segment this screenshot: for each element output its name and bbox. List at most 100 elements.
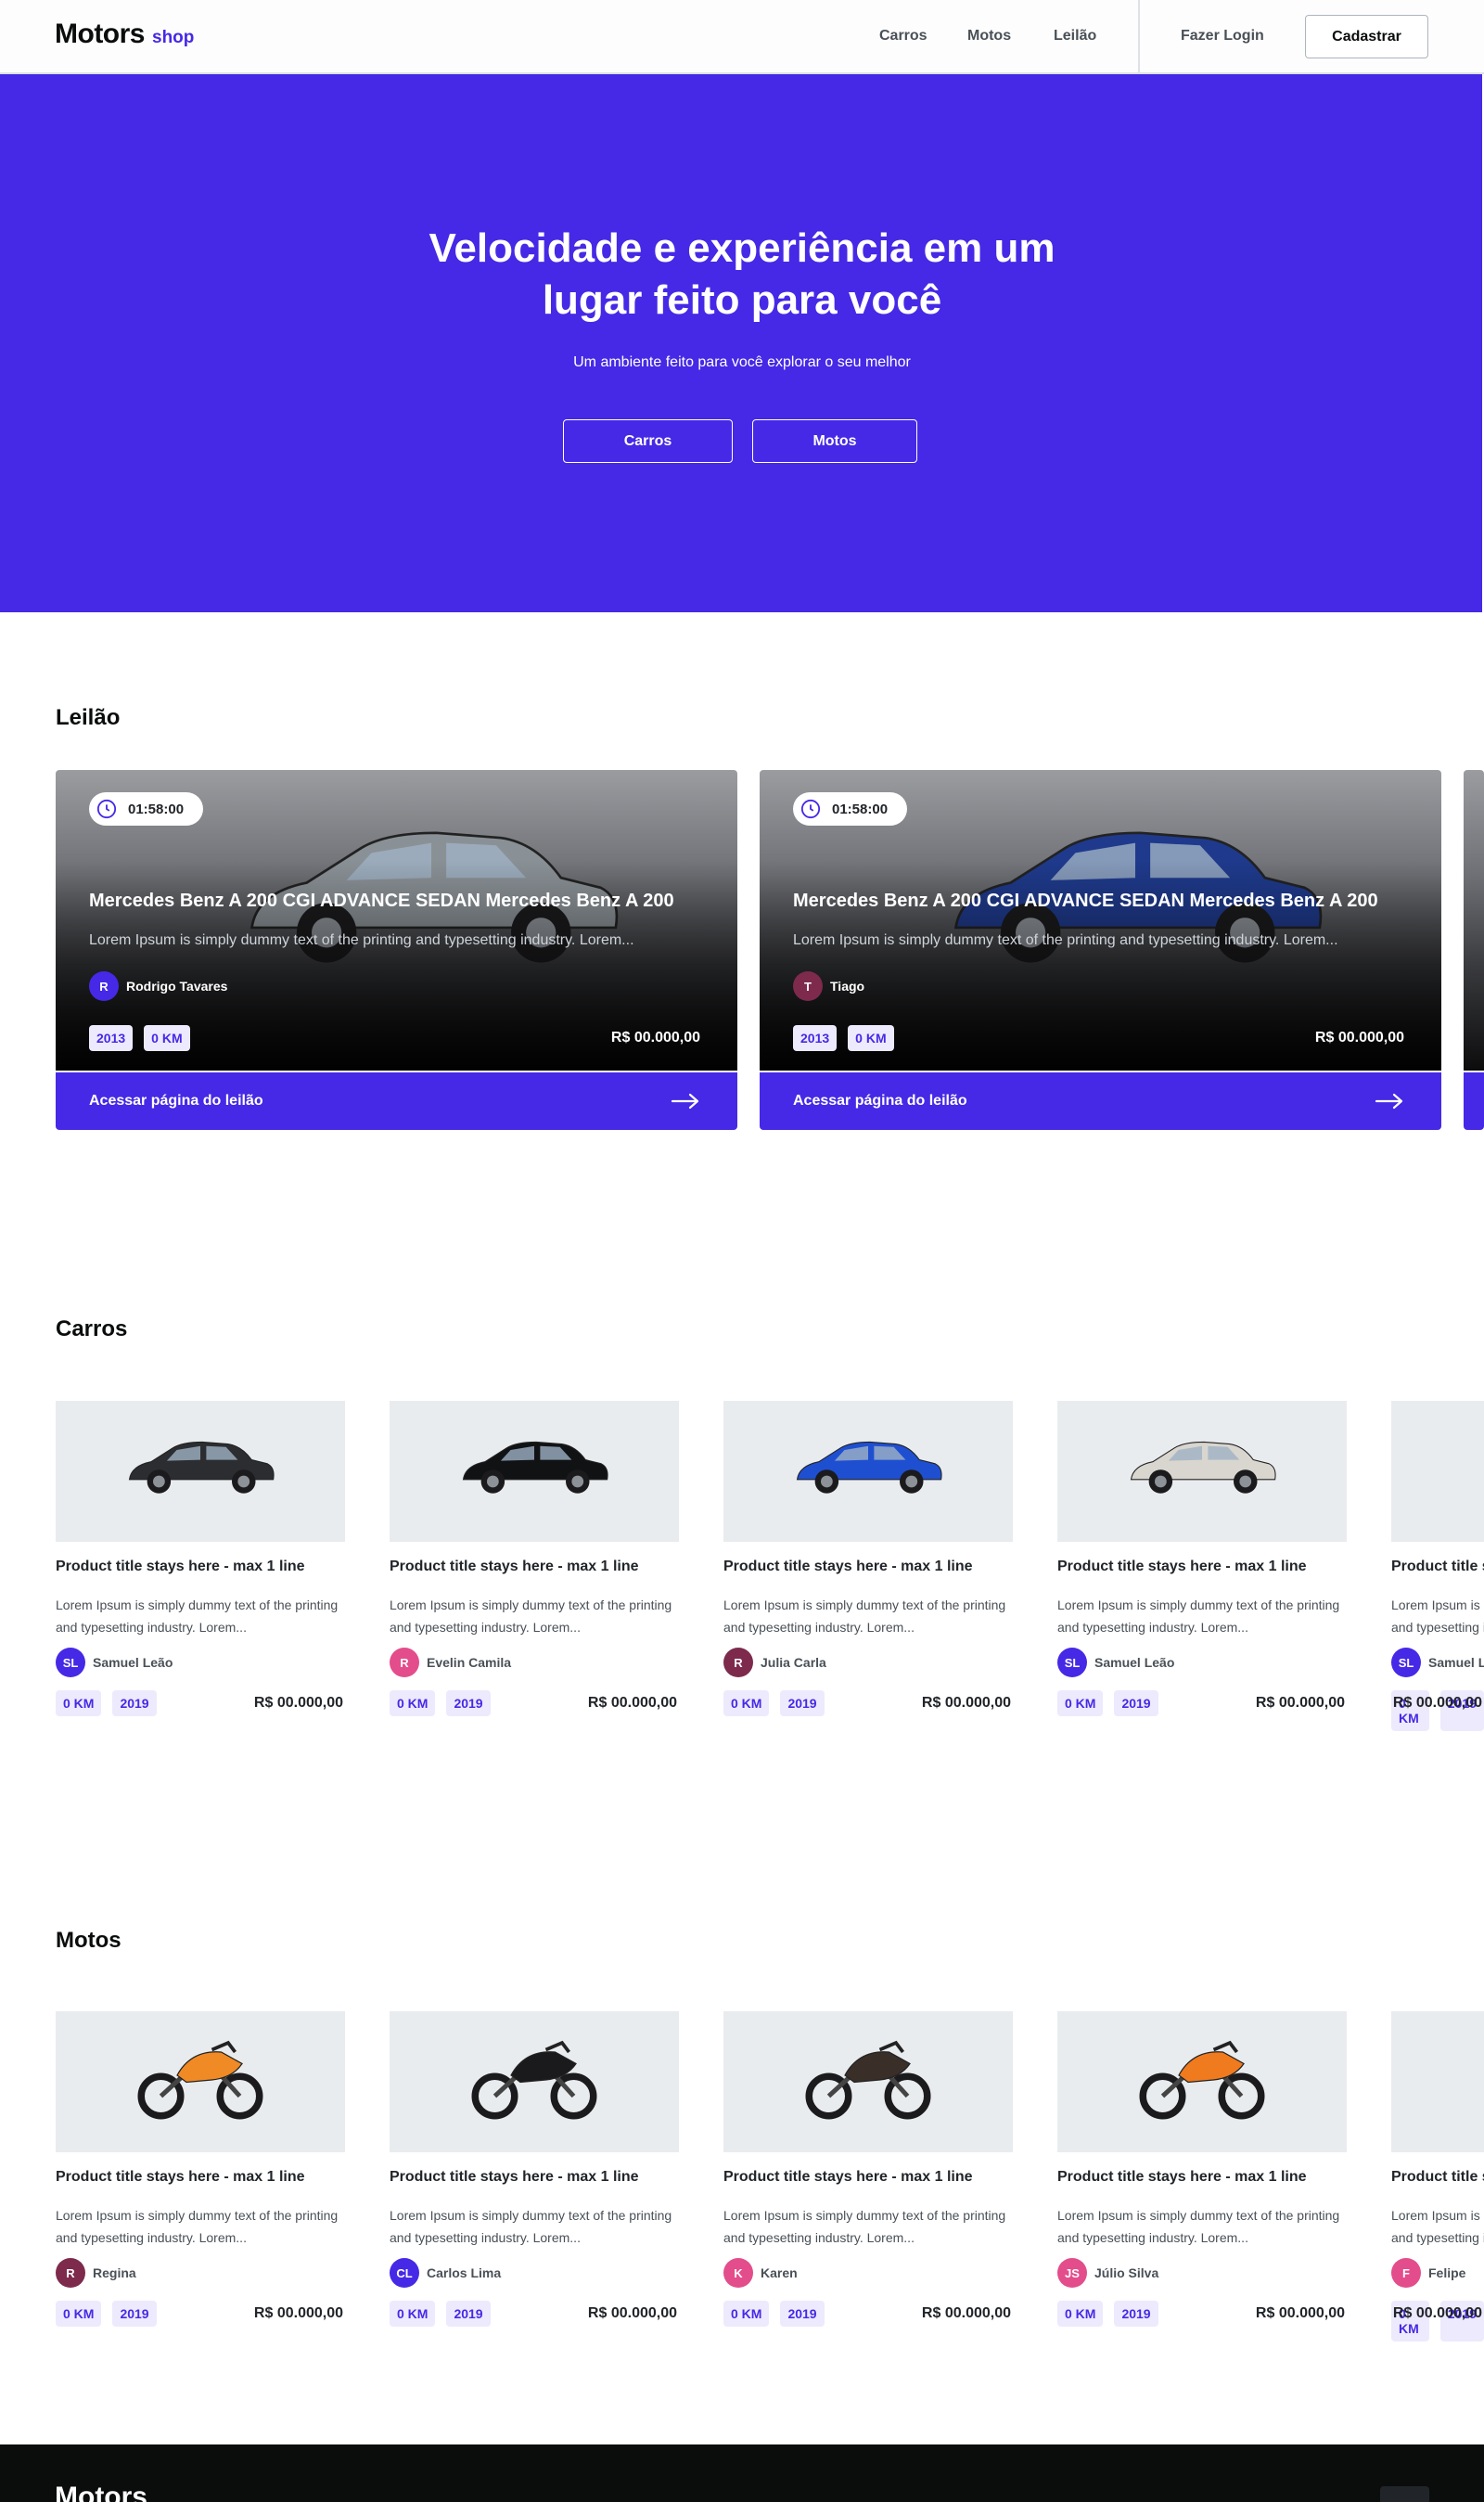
product-image <box>1391 2011 1484 2152</box>
clock-icon <box>96 799 117 819</box>
car-card[interactable]: Product title stays here - max 1 line Lor… <box>1391 1401 1484 1735</box>
logo[interactable]: Motors shop <box>55 19 194 50</box>
auction-price: R$ 00.000,00 <box>610 1030 700 1046</box>
avatar: F <box>1391 2258 1421 2288</box>
km-tag: 0 KM <box>56 2301 102 2327</box>
product-description: Lorem Ipsum is simply dummy text of the … <box>723 1597 1006 1635</box>
hero-subtitle: Um ambiente feito para você explorar o s… <box>573 354 911 370</box>
auction-page-button[interactable] <box>1464 1072 1484 1130</box>
moto-card[interactable]: Product title stays here - max 1 line Lor… <box>1057 2011 1347 2345</box>
nav-carros[interactable]: Carros <box>879 28 928 45</box>
moto-card[interactable]: Product title stays here - max 1 line Lor… <box>56 2011 345 2345</box>
clock-icon <box>800 799 821 819</box>
product-tags: 0 KM 2019 <box>723 2301 825 2327</box>
scroll-top-button[interactable] <box>1380 2486 1429 2502</box>
login-link[interactable]: Fazer Login <box>1181 28 1264 45</box>
auction-title: Mercedes Benz A 200 CGI ADVANCE SEDAN Me… <box>89 891 674 911</box>
product-owner: SL Samuel Leão <box>56 1648 173 1677</box>
hero-motos-button[interactable]: Motos <box>752 419 917 463</box>
year-tag: 2019 <box>112 2301 157 2327</box>
car-image <box>723 1425 1013 1508</box>
car-card[interactable]: Product title stays here - max 1 line Lor… <box>56 1401 345 1735</box>
product-owner: F Felipe <box>1391 2258 1465 2288</box>
product-tags: 0 KM 2019 <box>390 1690 491 1716</box>
owner-name: Samuel Leão <box>1094 1655 1175 1670</box>
product-title: Product title stays here - max 1 line <box>723 2169 973 2185</box>
product-owner: SL Samuel Leão <box>1391 1648 1484 1677</box>
year-tag: 2019 <box>446 2301 491 2327</box>
product-price: R$ 00.000,00 <box>921 1695 1011 1711</box>
km-tag: 0 KM <box>723 2301 770 2327</box>
moto-image <box>723 2024 1013 2126</box>
auction-title: Mercedes Benz A 200 CGI ADVANCE SEDAN Me… <box>793 891 1378 911</box>
product-title: Product title stays here - max 1 line <box>56 1559 305 1574</box>
hero-cars-button[interactable]: Carros <box>563 419 733 463</box>
owner-name: Carlos Lima <box>427 2265 502 2280</box>
product-tags: 0 KM 2019 <box>390 2301 491 2327</box>
owner-name: Samuel Leão <box>93 1655 173 1670</box>
year-tag: 2019 <box>1114 1690 1158 1716</box>
avatar: R <box>390 1648 419 1677</box>
km-tag: 0 KM <box>1057 2301 1104 2327</box>
avatar: R <box>89 971 119 1001</box>
moto-card[interactable]: Product title stays here - max 1 line Lor… <box>723 2011 1013 2345</box>
timer-value: 01:58:00 <box>128 801 185 817</box>
nav-leilao[interactable]: Leilão <box>1054 28 1096 45</box>
owner-name: Felipe <box>1428 2265 1466 2280</box>
year-tag: 2019 <box>780 1690 825 1716</box>
product-image <box>56 2011 345 2152</box>
km-tag: 0 KM <box>848 1025 894 1051</box>
product-description: Lorem Ipsum is simply dummy text of the … <box>56 1597 339 1635</box>
product-description: Lorem Ipsum is simply dummy text of the … <box>1391 2208 1484 2245</box>
product-description: Lorem Ipsum is simply dummy text of the … <box>723 2208 1006 2245</box>
avatar: R <box>723 1648 753 1677</box>
auction-cta-label: Acessar página do leilão <box>793 1093 967 1109</box>
auction-page-button[interactable]: Acessar página do leilão <box>56 1072 737 1130</box>
hero-title-line2: lugar feito para você <box>542 277 942 323</box>
register-button[interactable]: Cadastrar <box>1305 15 1428 58</box>
product-image <box>1057 1401 1347 1542</box>
footer-logo: Motors <box>55 2482 147 2502</box>
car-card[interactable]: Product title stays here - max 1 line Lor… <box>1057 1401 1347 1735</box>
auction-cta-label: Acessar página do leilão <box>89 1093 263 1109</box>
avatar: SL <box>56 1648 85 1677</box>
product-title: Product title stays here - max 1 line <box>56 2169 305 2185</box>
owner-name: Regina <box>93 2265 136 2280</box>
avatar: SL <box>1391 1648 1421 1677</box>
nav-motos[interactable]: Motos <box>967 28 1011 45</box>
car-card[interactable]: Product title stays here - max 1 line Lor… <box>390 1401 679 1735</box>
auction-timer: 01:58:00 <box>793 792 907 826</box>
moto-card[interactable]: Product title stays here - max 1 line Lor… <box>390 2011 679 2345</box>
car-card[interactable]: Product title stays here - max 1 line Lor… <box>723 1401 1013 1735</box>
product-owner: R Evelin Camila <box>390 1648 511 1677</box>
moto-image <box>390 2024 679 2126</box>
km-tag: 0 KM <box>144 1025 190 1051</box>
product-image <box>56 1401 345 1542</box>
product-price: R$ 00.000,00 <box>1255 1695 1345 1711</box>
avatar: CL <box>390 2258 419 2288</box>
product-price: R$ 00.000,00 <box>1392 2305 1482 2321</box>
avatar: JS <box>1057 2258 1087 2288</box>
logo-sub: shop <box>152 28 195 47</box>
avatar: T <box>793 971 823 1001</box>
cars-section-title: Carros <box>56 1316 128 1341</box>
product-image <box>723 1401 1013 1542</box>
auction-tags: 2013 0 KM <box>793 1025 894 1051</box>
auction-card[interactable]: 01:58:00 Mercedes Benz A 200 CGI ADVANCE … <box>760 770 1441 1130</box>
site-footer: Motors <box>0 2444 1484 2502</box>
logo-main: Motors <box>55 19 146 49</box>
owner-name: Evelin Camila <box>427 1655 512 1670</box>
car-image <box>56 1425 345 1508</box>
auction-page-button[interactable]: Acessar página do leilão <box>760 1072 1441 1130</box>
auction-owner: R Rodrigo Tavares <box>89 971 227 1001</box>
owner-name: Rodrigo Tavares <box>126 979 228 994</box>
hero-title: Velocidade e experiência em um lugar fei… <box>325 223 1159 327</box>
motos-section-title: Motos <box>56 1928 122 1953</box>
auction-card[interactable]: 01:58:00 Mercedes Benz A 200 CGI ADVANCE … <box>56 770 737 1130</box>
product-title: Product title stays here - max 1 line <box>390 1559 639 1574</box>
moto-card[interactable]: Product title stays here - max 1 line Lor… <box>1391 2011 1484 2345</box>
product-owner: JS Júlio Silva <box>1057 2258 1158 2288</box>
auction-card[interactable] <box>1464 770 1484 1130</box>
avatar: K <box>723 2258 753 2288</box>
product-tags: 0 KM 2019 <box>1057 2301 1158 2327</box>
